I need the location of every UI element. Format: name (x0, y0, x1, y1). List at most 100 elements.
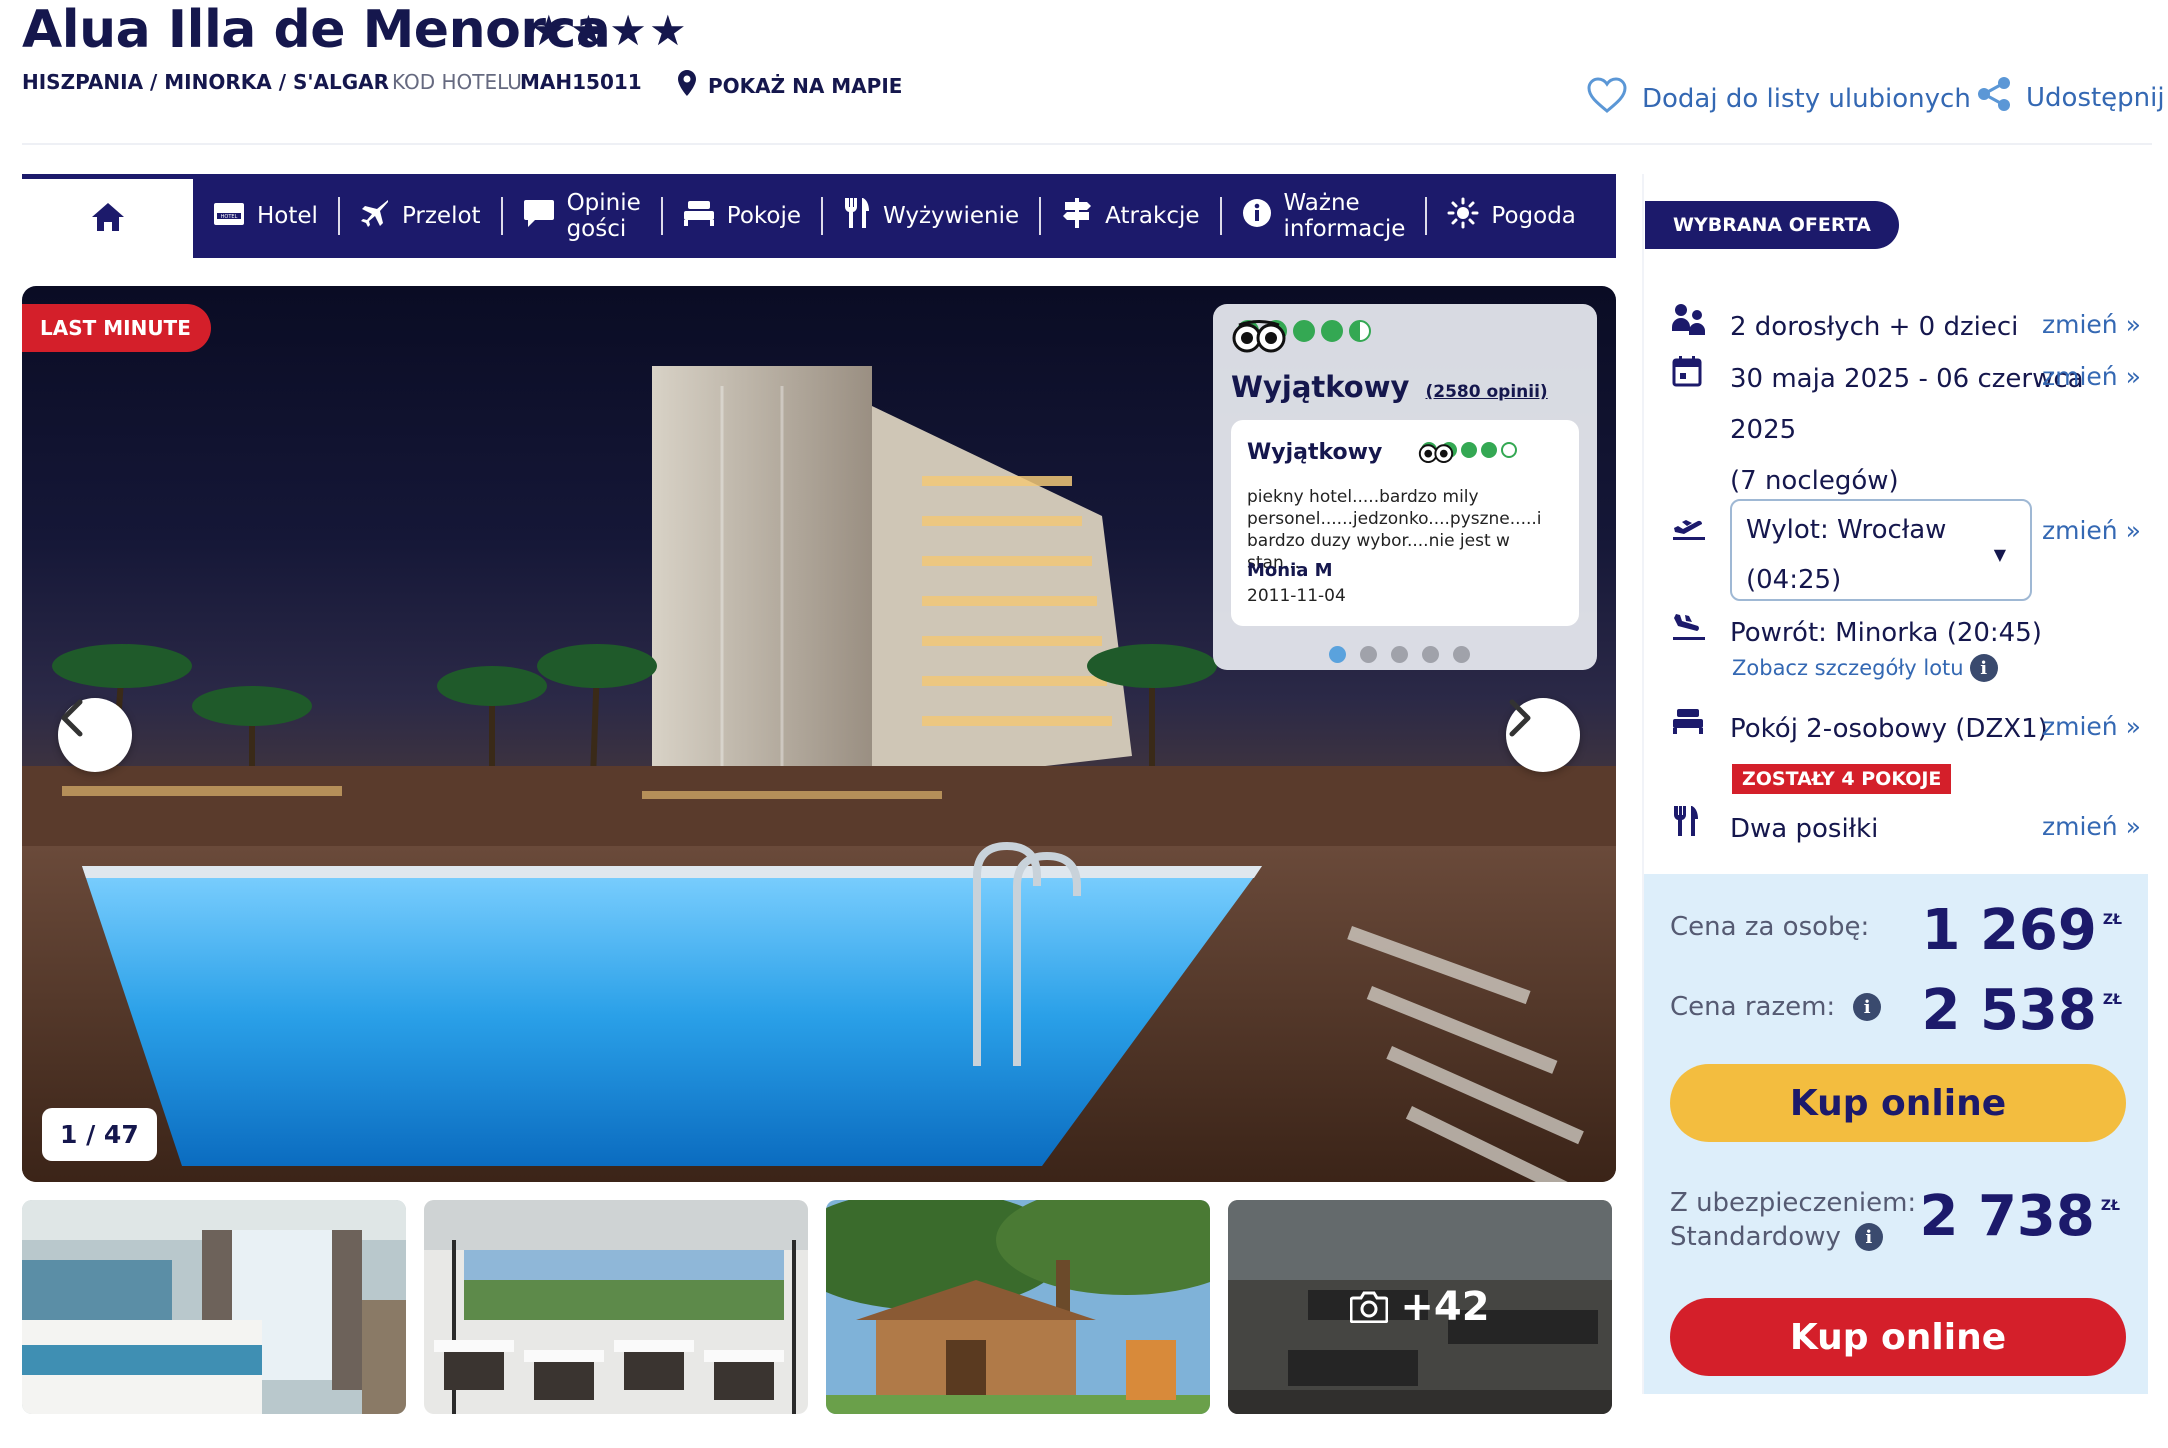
carousel-dot[interactable] (1422, 646, 1439, 663)
currency: ZŁ (2102, 992, 2122, 1008)
show-on-map-link[interactable]: POKAŻ NA MAPIE (678, 70, 902, 101)
bed-icon (683, 199, 715, 233)
selected-offer-pill: WYBRANA OFERTA (1645, 201, 1899, 249)
carousel-dot[interactable] (1360, 646, 1377, 663)
price-per-person: 1 269 ZŁ (1922, 898, 2123, 963)
hotel-tabs-nav: HOTEL Hotel Przelot Opinie gości Pokoje W… (22, 174, 1616, 258)
people-icon (1672, 302, 1712, 336)
carousel-dot[interactable] (1391, 646, 1408, 663)
flight-details-label: Zobacz szczegóły lotu (1732, 656, 1964, 680)
carousel-dot[interactable] (1453, 646, 1470, 663)
tab-flight-label: Przelot (401, 203, 481, 229)
heart-icon (1586, 76, 1628, 121)
tab-home[interactable] (22, 174, 193, 258)
gallery-next-button[interactable] (1506, 698, 1580, 772)
share-button[interactable]: Udostępnij (1976, 76, 2165, 119)
more-photos-overlay[interactable]: +42 (1228, 1200, 1612, 1414)
tab-attractions[interactable]: Atrakcje (1041, 174, 1219, 258)
review-rating (1417, 442, 1517, 464)
thumbnail-gym[interactable]: +42 (1228, 1200, 1612, 1414)
signpost-icon (1061, 197, 1093, 235)
carousel-dot-active[interactable] (1329, 646, 1346, 663)
rating-circle (1481, 442, 1497, 458)
room-row: Pokój 2-osobowy (DZX1) (1672, 704, 2048, 755)
change-departure-link[interactable]: zmień » (2042, 516, 2141, 545)
tab-rooms-label: Pokoje (726, 203, 802, 229)
breadcrumb[interactable]: HISZPANIA / MINORKA / S'ALGAR (22, 70, 389, 94)
review-author: Monia M (1247, 560, 1333, 581)
thumbnail-restaurant[interactable] (424, 1200, 808, 1414)
hotel-icon: HOTEL (213, 200, 245, 232)
guests-row: 2 dorosłych + 0 dzieci (1672, 302, 2018, 353)
return-text: Powrót: Minorka (20:45) (1730, 618, 2042, 648)
plane-icon (360, 198, 390, 234)
svg-text:HOTEL: HOTEL (221, 214, 238, 220)
price-total: 2 538 ZŁ (1922, 978, 2123, 1043)
tripadvisor-rating: Wyjątkowy (2580 opinii) (1231, 370, 1548, 404)
room-text: Pokój 2-osobowy (DZX1) (1730, 714, 2048, 744)
offer-sidebar: WYBRANA OFERTA 2 dorosłych + 0 dzieci zm… (1642, 174, 2148, 1394)
departure-line-1: Wylot: Wrocław (1746, 515, 1947, 545)
room-photo (22, 1200, 406, 1414)
tab-board-label: Wyżywienie (883, 203, 1020, 229)
buy-online-button[interactable]: Kup online (1670, 1064, 2126, 1142)
rating-circle (1321, 320, 1343, 342)
departure-select-value: Wylot: Wrocław (04:25) (1746, 505, 1986, 605)
offer-summary: WYBRANA OFERTA 2 dorosłych + 0 dzieci zm… (1644, 174, 2148, 874)
board-text: Dwa posiłki (1730, 814, 1879, 844)
price-per-person-label: Cena za osobę: (1670, 912, 1870, 942)
hotel-code: MAH15011 (520, 70, 642, 94)
guests-text: 2 dorosłych + 0 dzieci (1730, 312, 2019, 342)
kids-club-photo (826, 1200, 1210, 1414)
review-title: Wyjątkowy (1247, 440, 1383, 465)
dates-row: 30 maja 2025 - 06 czerwca 2025 (7 nocleg… (1672, 354, 2084, 507)
tab-weather[interactable]: Pogoda (1427, 174, 1596, 258)
price-per-person-value: 1 269 (1921, 898, 2097, 963)
home-icon (91, 202, 125, 236)
tab-important-info-label: Ważne informacje (1283, 190, 1406, 242)
rating-circle-half (1349, 320, 1371, 342)
info-icon[interactable]: i (1853, 993, 1882, 1021)
rating-circle (1461, 442, 1477, 458)
tab-board[interactable]: Wyżywienie (823, 174, 1039, 258)
info-icon[interactable]: i (1854, 1223, 1883, 1251)
flight-details-link[interactable]: Zobacz szczegóły lotu i (1732, 654, 1998, 682)
tab-weather-label: Pogoda (1491, 203, 1576, 229)
price-total-value: 2 538 (1921, 978, 2097, 1043)
add-to-favorites-label: Dodaj do listy ulubionych (1642, 83, 1971, 114)
tripadvisor-card[interactable]: Wyjątkowy (2580 opinii) Wyjątkowy piekny… (1213, 304, 1597, 670)
change-guests-link[interactable]: zmień » (2042, 310, 2141, 339)
cutlery-icon (843, 197, 871, 235)
dates-line-1: 30 maja 2025 - 06 czerwca (1730, 364, 2084, 394)
thumbnail-room[interactable] (22, 1200, 406, 1414)
thumbnail-kids-club[interactable] (826, 1200, 1210, 1414)
price-with-insurance: 2 738 ZŁ (1920, 1184, 2121, 1249)
departure-select[interactable]: Wylot: Wrocław (04:25) ▼ (1730, 499, 2032, 601)
tab-rooms[interactable]: Pokoje (663, 174, 821, 258)
dates-text: 30 maja 2025 - 06 czerwca 2025 (7 nocleg… (1730, 354, 2084, 507)
tab-reviews[interactable]: Opinie gości (503, 174, 661, 258)
main-photo[interactable]: LAST MINUTE Wyjątkowy (2580 opinii) Wyją… (22, 286, 1616, 1182)
tab-hotel[interactable]: HOTEL Hotel (193, 174, 338, 258)
camera-icon (1350, 1291, 1389, 1323)
departure-line-2: (04:25) (1746, 565, 1842, 595)
dates-line-2: 2025 (1730, 415, 1797, 445)
board-row: Dwa posiłki (1672, 804, 1878, 855)
tab-hotel-label: Hotel (257, 203, 318, 229)
tab-important-info[interactable]: Ważne informacje (1222, 174, 1426, 258)
change-board-link[interactable]: zmień » (2042, 812, 2141, 841)
change-dates-link[interactable]: zmień » (2042, 362, 2141, 391)
change-room-link[interactable]: zmień » (2042, 712, 2141, 741)
gallery-prev-button[interactable] (58, 698, 132, 772)
reviews-count-link[interactable]: (2580 opinii) (1426, 382, 1548, 402)
plane-landing-icon (1672, 608, 1712, 642)
add-to-favorites-button[interactable]: Dodaj do listy ulubionych (1586, 76, 1971, 121)
review-card[interactable]: Wyjątkowy piekny hotel.....bardzo mily p… (1231, 420, 1579, 626)
rating-word: Wyjątkowy (1231, 370, 1410, 404)
rooms-left-badge: ZOSTAŁY 4 POKOJE (1732, 764, 1952, 794)
buy-online-insurance-button[interactable]: Kup online (1670, 1298, 2126, 1376)
hotel-code-label: KOD HOTELU (392, 70, 522, 94)
share-label: Udostępnij (2026, 82, 2165, 113)
tab-flight[interactable]: Przelot (340, 174, 501, 258)
tab-attractions-label: Atrakcje (1105, 203, 1200, 229)
